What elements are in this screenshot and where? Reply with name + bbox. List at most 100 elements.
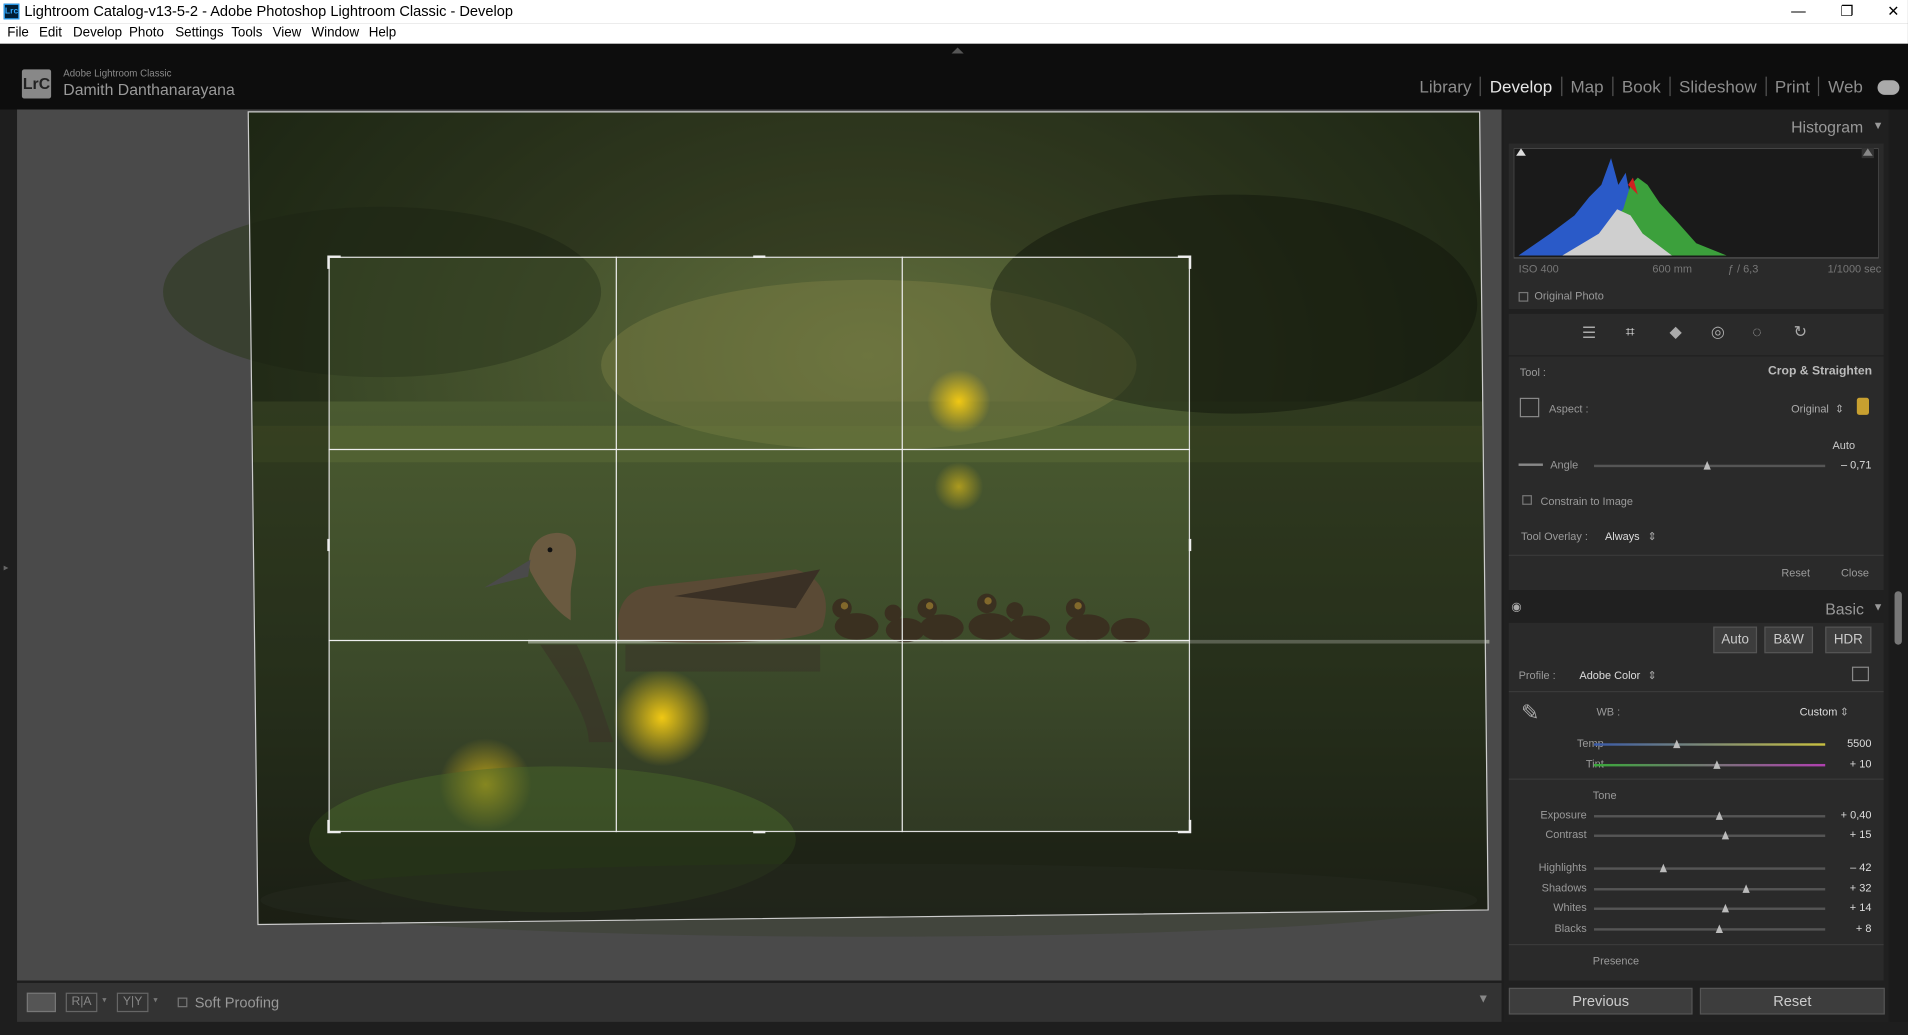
temp-slider-knob[interactable] [1673,739,1681,749]
module-map[interactable]: Map [1562,76,1614,97]
exposure-value[interactable]: + 0,40 [1823,809,1872,821]
histogram-title[interactable]: Histogram [1791,118,1863,136]
histogram-collapse-icon[interactable]: ▼ [1873,119,1884,131]
whites-value[interactable]: + 14 [1823,901,1872,913]
menu-file[interactable]: File [7,23,29,44]
menu-help[interactable]: Help [369,23,397,44]
basic-auto-button[interactable]: Auto [1713,626,1758,654]
module-print[interactable]: Print [1766,76,1820,97]
wb-dropdown[interactable]: Custom [1800,706,1838,718]
healing-tool-icon[interactable]: ◆ [1669,322,1681,341]
divider [1508,778,1884,780]
temp-value[interactable]: 5500 [1823,737,1871,749]
module-library[interactable]: Library [1411,76,1482,97]
angle-slider-knob[interactable] [1703,461,1711,470]
right-panel-scrollbar[interactable] [1889,109,1908,1022]
minimize-button[interactable]: — [1777,0,1821,23]
blacks-value[interactable]: + 8 [1823,922,1872,934]
blacks-slider-knob[interactable] [1715,924,1723,934]
before-after-yy-icon[interactable]: Y|Y [116,992,149,1013]
shadows-value[interactable]: + 32 [1823,882,1872,894]
straighten-tool-icon[interactable] [1518,454,1543,466]
basic-title[interactable]: Basic [1825,600,1864,618]
crop-tool-icon[interactable]: ⌗ [1626,322,1635,341]
histogram-shutter: 1/1000 sec [1827,262,1882,275]
before-after-yy-dropdown-icon[interactable]: ▾ [153,995,157,1005]
menu-develop[interactable]: Develop [73,23,122,44]
contrast-slider[interactable] [1594,830,1826,840]
hdr-button[interactable]: HDR [1825,626,1872,654]
aspect-dropdown[interactable]: Original [1791,403,1829,415]
tint-slider[interactable] [1594,760,1826,769]
maximize-button[interactable]: ❐ [1825,0,1869,23]
basic-collapse-icon[interactable]: ▼ [1873,601,1884,613]
wb-dropdown-arrow-icon[interactable]: ⇕ [1840,706,1849,719]
angle-auto-button[interactable]: Auto [1833,439,1856,451]
menu-window[interactable]: Window [312,23,360,44]
shadows-slider-knob[interactable] [1742,884,1751,893]
menu-edit[interactable]: Edit [39,23,62,44]
menu-view[interactable]: View [273,23,302,44]
bw-button[interactable]: B&W [1764,626,1814,654]
contrast-slider-knob[interactable] [1722,830,1730,840]
exposure-slider[interactable] [1594,811,1826,820]
contrast-value[interactable]: + 15 [1823,828,1872,840]
shadows-slider[interactable] [1594,884,1826,893]
masking-tool-icon[interactable]: ◌ [1752,322,1761,340]
exposure-slider-knob[interactable] [1715,811,1723,820]
wb-eyedropper-icon[interactable]: ✎ [1521,701,1539,727]
aspect-label: Aspect : [1548,402,1589,415]
module-web[interactable]: Web [1820,77,1872,96]
menu-bar: File Edit Develop Photo Settings Tools V… [0,23,1908,44]
constrain-checkbox[interactable] [1522,495,1532,505]
tool-overlay-dropdown[interactable]: Always [1605,530,1640,542]
menu-photo[interactable]: Photo [129,23,164,44]
profile-browser-icon[interactable] [1851,666,1870,682]
before-after-dropdown-icon[interactable]: ▾ [102,995,106,1005]
product-name: Adobe Lightroom Classic [63,68,172,80]
highlights-slider-knob[interactable] [1659,863,1668,873]
close-window-button[interactable]: ✕ [1871,0,1908,23]
module-develop[interactable]: Develop [1481,76,1562,97]
previous-button[interactable]: Previous [1508,987,1693,1015]
scrollbar-thumb[interactable] [1894,591,1902,645]
panel-visibility-eye-icon[interactable]: ◉ [1511,601,1522,614]
left-panel-toggle-icon[interactable]: ▸ [4,562,9,573]
menu-tools[interactable]: Tools [231,23,262,44]
blacks-slider[interactable] [1594,924,1826,934]
module-picker: Library Develop Map Book Slideshow Print… [1411,76,1872,97]
toolbar-options-icon[interactable]: ▼ [1477,993,1489,1006]
tool-overlay-arrow-icon[interactable]: ⇕ [1648,530,1657,543]
tint-value[interactable]: + 10 [1823,758,1872,770]
edit-sliders-icon[interactable]: ☰ [1582,324,1596,343]
module-slideshow[interactable]: Slideshow [1670,76,1767,97]
red-eye-tool-icon[interactable]: ◎ [1711,322,1725,341]
aspect-dropdown-arrow-icon[interactable]: ⇕ [1835,403,1844,416]
presets-icon[interactable]: ↻ [1794,322,1807,341]
soft-proofing-checkbox[interactable] [177,997,188,1008]
module-book[interactable]: Book [1613,76,1671,97]
original-photo-checkbox[interactable] [1518,291,1529,302]
collapse-top-icon[interactable] [951,47,964,54]
whites-slider[interactable] [1594,903,1826,913]
temp-slider[interactable] [1594,739,1826,749]
cloud-sync-icon[interactable] [1877,80,1900,95]
loupe-view-icon[interactable] [26,992,56,1013]
tool-strip: ☰ ⌗ ◆ ◎ ◌ ↻ [1508,313,1884,356]
crop-frame-icon[interactable] [1519,397,1540,418]
crop-close-button[interactable]: Close [1841,567,1869,579]
angle-value[interactable]: – 0,71 [1823,459,1871,471]
highlights-slider[interactable] [1594,863,1826,873]
angle-slider[interactable] [1594,461,1826,470]
profile-dropdown-arrow-icon[interactable]: ⇕ [1648,669,1657,682]
aspect-lock-icon[interactable] [1856,397,1870,415]
menu-settings[interactable]: Settings [175,23,223,44]
crop-reset-button[interactable]: Reset [1781,567,1810,579]
before-after-lr-icon[interactable]: R|A [65,992,98,1013]
whites-slider-knob[interactable] [1722,903,1730,913]
whites-label: Whites [1553,901,1587,914]
highlights-value[interactable]: – 42 [1823,861,1871,873]
profile-dropdown[interactable]: Adobe Color [1579,669,1640,681]
tint-slider-knob[interactable] [1712,760,1721,769]
reset-button[interactable]: Reset [1699,987,1885,1015]
